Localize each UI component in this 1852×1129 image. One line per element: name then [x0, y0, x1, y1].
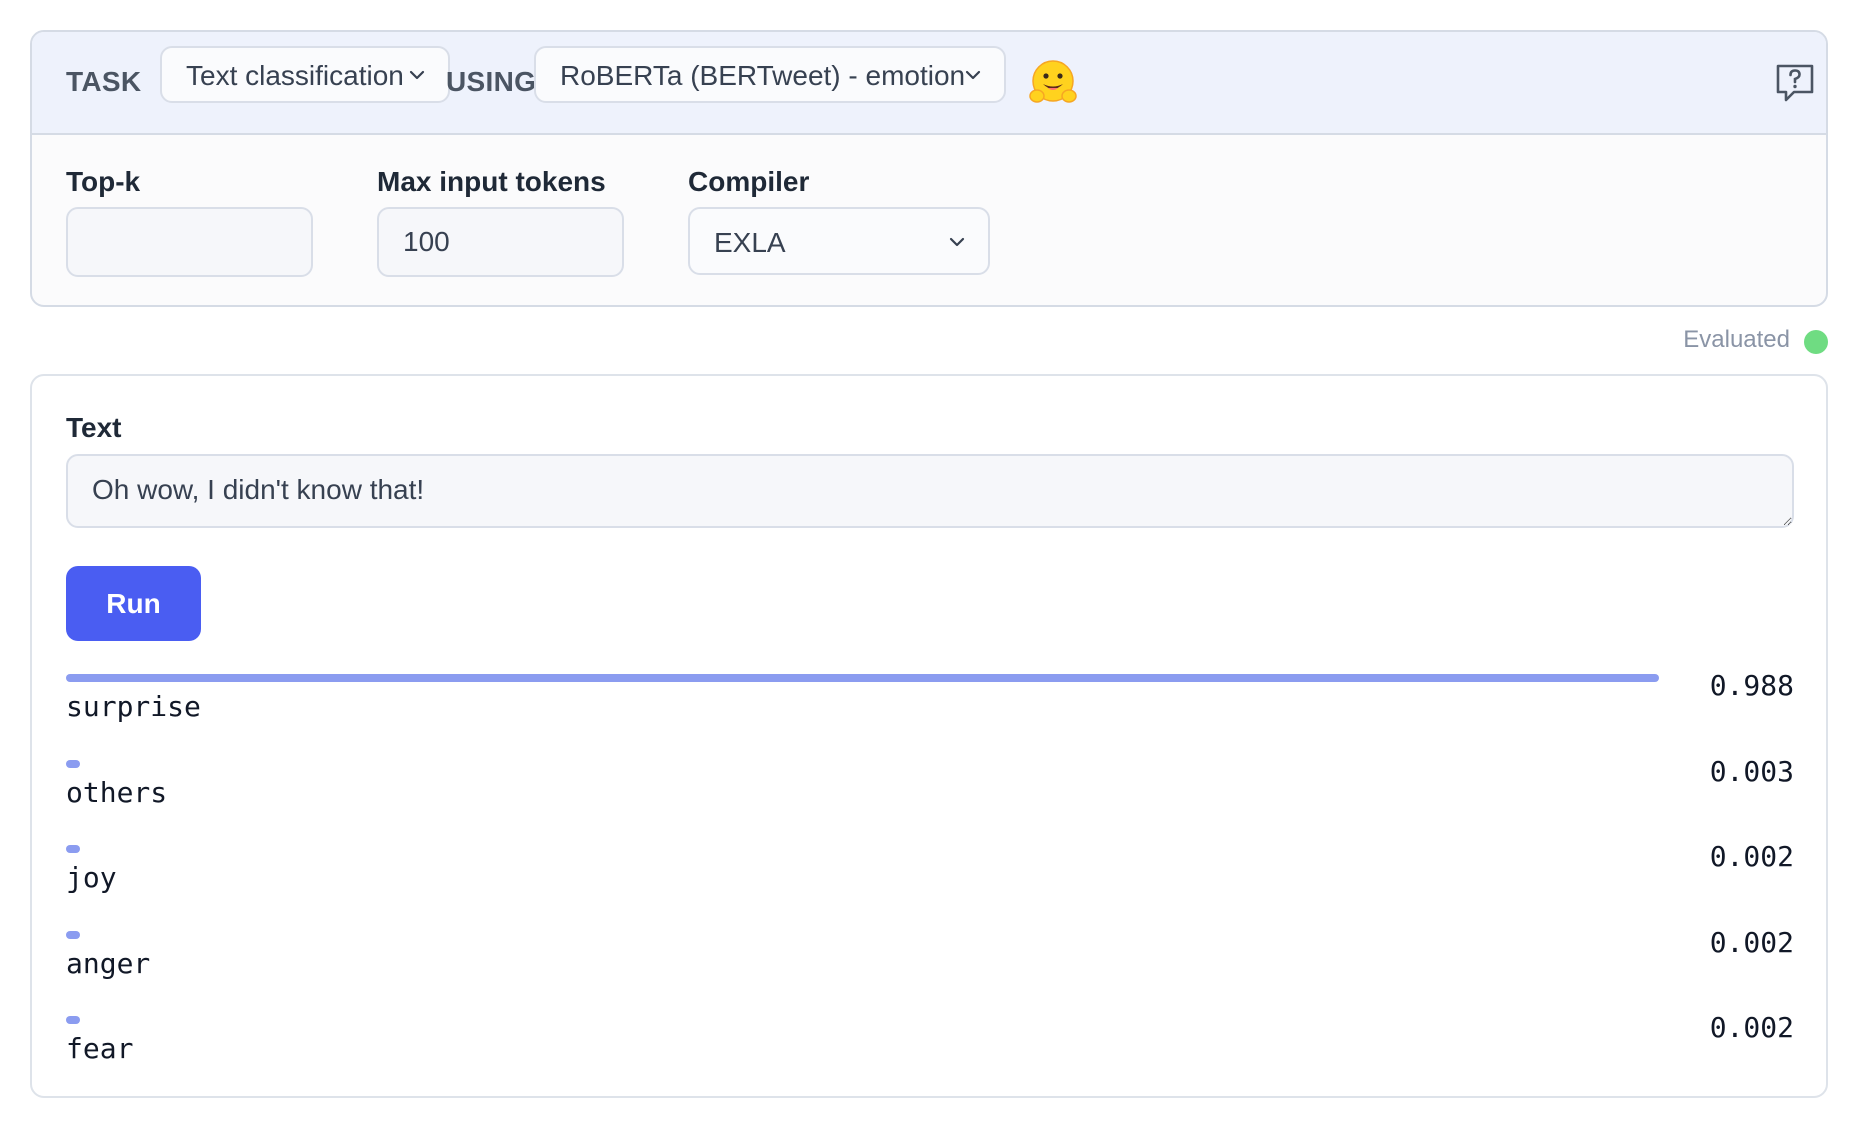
result-bar	[66, 1016, 80, 1024]
run-button[interactable]: Run	[66, 566, 201, 641]
result-bar-track	[66, 845, 1678, 853]
text-input[interactable]: Oh wow, I didn't know that!	[66, 454, 1794, 528]
using-label: USING	[446, 66, 537, 97]
max-tokens-input[interactable]	[377, 207, 624, 277]
task-select-value: Text classification	[186, 60, 404, 91]
result-row: fear 0.002	[66, 1011, 1794, 1102]
task-select[interactable]: Text classification	[160, 46, 450, 103]
result-label: joy	[66, 861, 117, 894]
help-icon[interactable]	[1772, 60, 1818, 106]
evaluation-status: Evaluated	[1683, 326, 1790, 353]
topk-input[interactable]	[66, 207, 313, 277]
result-bar-track	[66, 759, 1678, 768]
chevron-down-icon	[409, 70, 425, 80]
result-bar	[66, 845, 80, 853]
result-row: anger 0.002	[66, 926, 1794, 1017]
result-label: others	[66, 775, 168, 809]
result-score: 0.002	[1709, 925, 1794, 959]
output-panel: Text Oh wow, I didn't know that! Run sur…	[30, 374, 1828, 1098]
topk-label: Top-k	[66, 166, 141, 197]
result-label: surprise	[66, 690, 201, 723]
result-bar	[66, 930, 80, 939]
result-score: 0.002	[1709, 1011, 1794, 1044]
result-bar	[66, 674, 1659, 682]
task-label: TASK	[66, 66, 142, 97]
config-header: TASK Text classification USING RoBERTa (…	[32, 32, 1826, 135]
result-label: fear	[66, 1032, 134, 1065]
chevron-down-icon	[949, 237, 965, 247]
hugging-face-emoji-icon	[1029, 60, 1077, 103]
result-bar-track	[66, 674, 1678, 682]
result-bar	[66, 759, 80, 768]
config-panel: TASK Text classification USING RoBERTa (…	[30, 30, 1828, 307]
chevron-down-icon	[965, 70, 981, 80]
compiler-select[interactable]: EXLA	[688, 207, 990, 275]
status-dot	[1804, 330, 1828, 354]
compiler-select-value: EXLA	[714, 227, 786, 258]
text-input-label: Text	[66, 412, 122, 443]
model-select-value: RoBERTa (BERTweet) - emotion	[560, 60, 966, 91]
result-label: anger	[66, 946, 151, 980]
result-row: joy 0.002	[66, 840, 1794, 931]
model-select[interactable]: RoBERTa (BERTweet) - emotion	[534, 46, 1006, 103]
result-score: 0.988	[1709, 669, 1794, 702]
result-score: 0.003	[1709, 754, 1794, 788]
max-tokens-label: Max input tokens	[377, 166, 606, 197]
result-bar-track	[66, 1016, 1678, 1024]
result-row: surprise 0.988	[66, 669, 1794, 760]
compiler-label: Compiler	[688, 166, 810, 197]
result-bar-track	[66, 930, 1678, 939]
results-list: surprise 0.988 others 0.003 joy 0.002 anger 0.0…	[66, 669, 1794, 1102]
result-score: 0.002	[1709, 840, 1794, 873]
result-row: others 0.003	[66, 755, 1794, 846]
